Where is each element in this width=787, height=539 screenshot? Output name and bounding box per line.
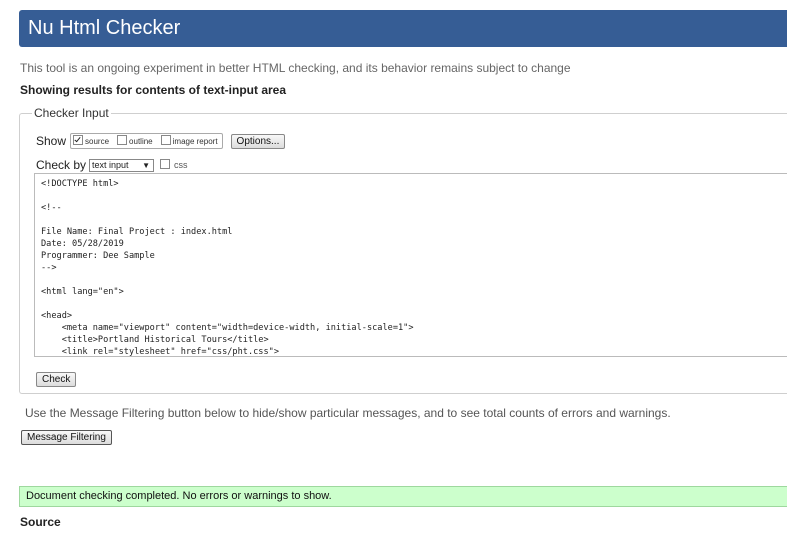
- results-heading: Showing results for contents of text-inp…: [20, 83, 287, 97]
- app-title: Nu Html Checker: [28, 17, 181, 39]
- success-message: Document checking completed. No errors o…: [19, 486, 787, 507]
- css-checkbox[interactable]: [160, 159, 171, 169]
- tool-description: This tool is an ongoing experiment in be…: [20, 61, 571, 75]
- outline-checkbox[interactable]: [117, 135, 128, 145]
- checker-input-legend: Checker Input: [32, 106, 111, 120]
- message-filtering-info: Use the Message Filtering button below t…: [25, 406, 671, 420]
- check-by-select[interactable]: text input ▼: [89, 158, 155, 172]
- check-button-wrap: Check: [36, 369, 77, 387]
- source-checkbox-label[interactable]: source: [85, 137, 109, 146]
- css-checkbox-label[interactable]: css: [174, 160, 188, 170]
- message-filtering-button-wrap: Message Filtering: [21, 427, 112, 445]
- message-filtering-button[interactable]: Message Filtering: [21, 430, 112, 445]
- show-options-row: Show source outline image report Options…: [36, 131, 286, 151]
- options-button[interactable]: Options...: [230, 133, 286, 149]
- outline-checkbox-label[interactable]: outline: [129, 137, 153, 146]
- check-by-label: Check by: [36, 158, 87, 172]
- source-code-text: <!DOCTYPE html> <!-- File Name: Final Pr…: [41, 179, 414, 357]
- show-label: Show: [36, 134, 67, 148]
- checker-input-fieldset: Checker Input Show source outline image …: [19, 106, 787, 394]
- source-checkbox[interactable]: [73, 135, 84, 145]
- check-by-row: Check by text input ▼ css: [36, 157, 188, 173]
- check-button[interactable]: Check: [36, 372, 77, 387]
- image-report-checkbox[interactable]: [160, 135, 171, 145]
- check-by-selected-value: text input: [92, 159, 129, 170]
- source-heading: Source: [20, 515, 61, 529]
- source-textarea[interactable]: <!DOCTYPE html> <!-- File Name: Final Pr…: [34, 173, 787, 357]
- header-bar: Nu Html Checker: [19, 10, 787, 47]
- image-report-checkbox-label[interactable]: image report: [173, 137, 218, 146]
- dropdown-arrow-icon: ▼: [142, 160, 151, 170]
- page: Nu Html Checker This tool is an ongoing …: [0, 0, 787, 539]
- show-options-group: source outline image report: [70, 133, 223, 149]
